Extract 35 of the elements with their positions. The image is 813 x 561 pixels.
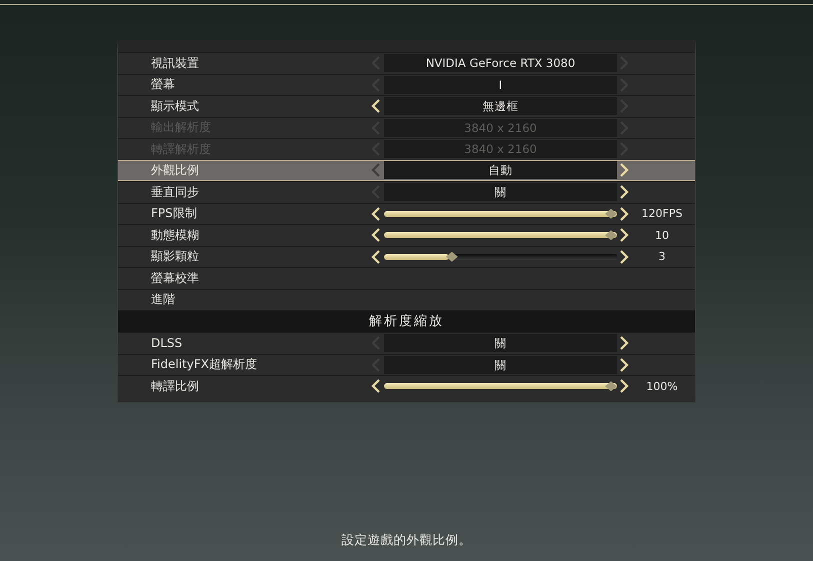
slider-reading: 100%: [645, 380, 679, 393]
option-value: I: [384, 76, 617, 94]
setting-label: 垂直同步: [150, 184, 200, 201]
setting-label: DLSS: [150, 336, 184, 350]
settings-row[interactable]: FPS限制 120FPS: [118, 202, 695, 224]
option-value: 關: [384, 356, 617, 374]
settings-row[interactable]: 顯影顆粒 3: [118, 246, 695, 267]
option-value: 關: [384, 183, 617, 202]
setting-label: FidelityFX超解析度: [150, 356, 258, 374]
setting-label: 動態模糊: [150, 226, 200, 244]
slider-reading: 120FPS: [640, 207, 684, 220]
option-value: 3840 x 2160: [384, 118, 617, 137]
setting-label: 外觀比例: [150, 162, 200, 179]
setting-label: 螢幕校準: [150, 270, 200, 287]
setting-label: 進階: [150, 291, 176, 308]
slider-reading: 10: [654, 228, 670, 242]
slider-reading: 3: [658, 250, 666, 264]
slider-thumb[interactable]: [446, 252, 458, 262]
option-value: 關: [384, 334, 617, 352]
option-value: NVIDIA GeForce RTX 3080: [384, 54, 617, 72]
section-header: 解析度縮放: [118, 310, 695, 332]
setting-label: 顯影顆粒: [150, 248, 200, 266]
setting-label: FPS限制: [150, 205, 198, 222]
slider[interactable]: [384, 252, 617, 262]
slider-thumb[interactable]: [605, 208, 617, 219]
setting-label: 轉譯比例: [150, 378, 200, 395]
slider-thumb[interactable]: [605, 381, 617, 392]
slider-thumb[interactable]: [605, 230, 617, 240]
hint-text: 設定遊戲的外觀比例。: [342, 532, 472, 549]
option-value: 自動: [384, 161, 617, 180]
setting-label: 螢幕: [150, 76, 176, 94]
setting-label: 視訊裝置: [150, 54, 200, 72]
setting-label: 顯示模式: [150, 98, 200, 115]
option-value: 3840 x 2160: [384, 140, 617, 158]
option-value: 無邊框: [384, 97, 617, 116]
